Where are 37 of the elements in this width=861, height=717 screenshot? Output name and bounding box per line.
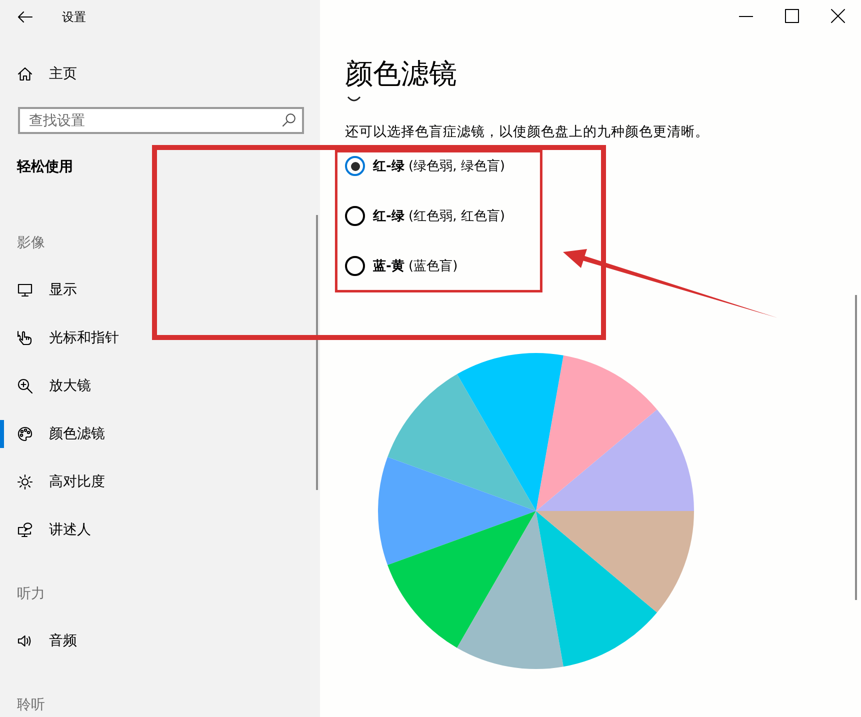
- scrollbar[interactable]: [316, 215, 318, 490]
- window-title: 设置: [62, 9, 86, 25]
- nav-item[interactable]: 显示: [0, 266, 320, 314]
- scrollbar[interactable]: [855, 295, 857, 600]
- close-icon: [831, 9, 845, 23]
- radio-option[interactable]: 蓝-黄 (蓝色盲): [345, 254, 458, 278]
- radio-button-icon[interactable]: [345, 156, 365, 176]
- radio-option[interactable]: 红-绿 (红色弱, 红色盲): [345, 204, 505, 228]
- hand-pointer-icon: [17, 330, 33, 346]
- chevron-icon: [347, 96, 361, 103]
- nav-item[interactable]: 放大镜: [0, 362, 320, 410]
- nav-item[interactable]: 音频: [0, 617, 320, 665]
- monitor-icon: [17, 282, 33, 298]
- sun-icon: [17, 474, 33, 490]
- group-heading: 影像: [17, 234, 45, 253]
- back-arrow-icon: [17, 9, 33, 25]
- home-link[interactable]: 主页: [0, 54, 320, 94]
- nav-item[interactable]: 高对比度: [0, 458, 320, 506]
- radio-button-icon[interactable]: [345, 206, 365, 226]
- home-icon: [17, 66, 33, 82]
- group-heading: 聆听: [17, 696, 45, 715]
- nav-item[interactable]: 讲述人: [0, 506, 320, 554]
- page-title: 颜色滤镜: [345, 57, 457, 91]
- monitor-speech-icon: [17, 522, 33, 538]
- nav-item[interactable]: 颜色滤镜: [0, 410, 320, 458]
- radio-option[interactable]: 红-绿 (绿色弱, 绿色盲): [345, 154, 505, 178]
- radio-button-icon[interactable]: [345, 256, 365, 276]
- magnifier-plus-icon: [17, 378, 33, 394]
- palette-icon: [17, 426, 33, 442]
- speaker-icon: [17, 633, 33, 649]
- section-heading: 轻松使用: [17, 158, 73, 177]
- search-field[interactable]: 查找设置: [18, 107, 304, 134]
- nav-item[interactable]: 光标和指针: [0, 314, 320, 362]
- search-icon: [282, 113, 296, 127]
- description-text: 还可以选择色盲症滤镜，以使颜色盘上的九种颜色更清晰。: [345, 123, 709, 141]
- group-heading: 听力: [17, 585, 45, 604]
- maximize-icon: [785, 9, 799, 23]
